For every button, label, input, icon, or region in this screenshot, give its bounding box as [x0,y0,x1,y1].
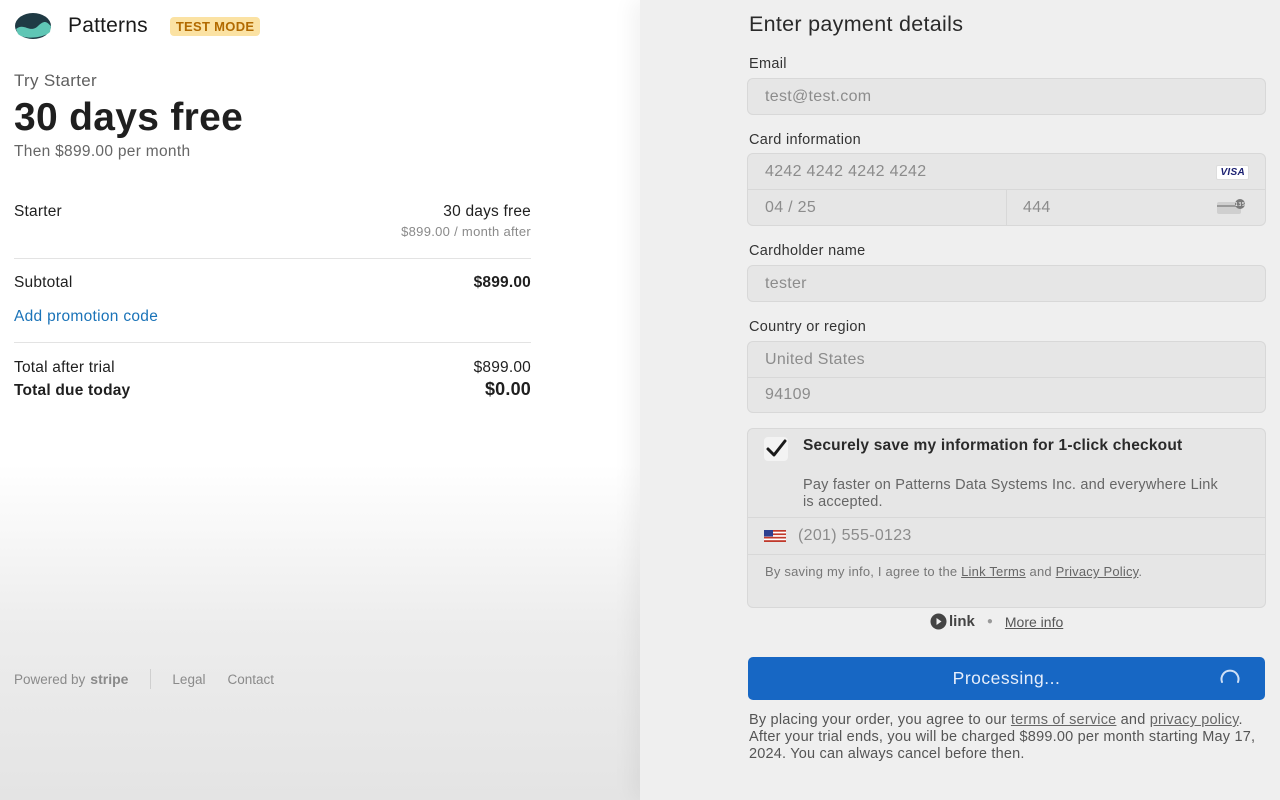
plan-then-text: Then $899.00 per month [14,143,191,160]
loading-spinner-icon [1220,669,1240,683]
terms-period: . [1238,712,1243,728]
agreement-and: and [1025,564,1056,579]
order-terms-text: By placing your order, you agree to our … [749,712,1264,763]
card-expiry-field[interactable]: 04 / 25 [765,199,816,217]
agreement-period: . [1138,564,1143,579]
card-cvc-field[interactable]: 444 [1023,199,1051,217]
email-field[interactable]: test@test.com [748,79,1265,114]
brand-header: Patterns TEST MODE [14,12,261,40]
country-select[interactable]: United States [748,342,1265,377]
link-agreement-text: By saving my info, I agree to the Link T… [765,564,1245,580]
total-due-today-label: Total due today [14,382,131,399]
total-after-trial-label: Total after trial [14,359,115,376]
card-number-field[interactable]: 4242 4242 4242 4242 VISA [748,154,1265,189]
line-item-row: Starter 30 days free [14,203,531,221]
total-due-today-row: Total due today $0.00 [14,379,531,400]
phone-value: (201) 555-0123 [798,527,912,544]
card-number-value: 4242 4242 4242 4242 [765,162,927,180]
legal-link[interactable]: Legal [172,672,205,687]
us-flag-icon [764,530,786,542]
payment-form-panel: Enter payment details Email test@test.co… [640,0,1280,800]
line-item-subtext: $899.00 / month after [401,224,531,239]
stripe-logo[interactable]: stripe [90,671,128,687]
subscribe-button-label: Processing... [952,668,1061,688]
save-info-description: Pay faster on Patterns Data Systems Inc.… [803,477,1218,510]
total-due-today-value: $0.00 [484,379,531,399]
terms-prefix: By placing your order, you agree to our [749,712,1011,728]
total-after-trial-value: $899.00 [473,359,531,376]
divider [14,342,531,343]
contact-link[interactable]: Contact [227,672,274,687]
privacy-policy-link[interactable]: Privacy Policy [1056,564,1139,579]
card-second-row: 04 / 25 444 135 [748,190,1265,225]
svg-text:135: 135 [1235,202,1245,208]
line-item-sub-row: $899.00 / month after [14,224,531,239]
more-info-link[interactable]: More info [1005,614,1063,630]
save-info-title: Securely save my information for 1-click… [803,437,1183,454]
powered-by-label: Powered by [14,671,86,687]
link-info-row: link ● More info [930,613,1063,630]
brand-name: Patterns [68,14,148,37]
plan-headline: 30 days free [14,96,244,139]
test-mode-badge: TEST MODE [169,16,261,36]
trial-note: After your trial ends, you will be charg… [749,729,1256,762]
total-after-trial-row: Total after trial $899.00 [14,359,531,377]
line-item-value: 30 days free [443,203,531,220]
subtotal-row: Subtotal $899.00 [14,274,531,292]
line-item-name: Starter [14,203,62,220]
checkmark-icon [766,439,787,457]
cardholder-label: Cardholder name [749,243,866,259]
order-privacy-policy-link[interactable]: privacy policy [1150,712,1239,728]
email-field-box: test@test.com [747,78,1266,115]
footer-separator [150,669,152,689]
cardholder-field-box: tester [747,265,1266,302]
subscribe-button[interactable]: Processing... [748,657,1265,700]
order-summary-panel: Patterns TEST MODE Try Starter 30 days f… [0,0,640,800]
country-label: Country or region [749,319,867,335]
add-promotion-code-link[interactable]: Add promotion code [14,308,158,326]
field-separator [1006,190,1007,225]
phone-field[interactable]: (201) 555-0123 [748,517,1265,555]
terms-of-service-link[interactable]: terms of service [1011,712,1117,728]
card-info-label: Card information [749,132,861,148]
link-terms-link[interactable]: Link Terms [961,564,1026,579]
subtotal-label: Subtotal [14,274,73,291]
agreement-prefix: By saving my info, I agree to the [765,564,962,579]
subtotal-value: $899.00 [473,274,531,291]
patterns-logo-icon [15,13,51,39]
zip-field[interactable]: 94109 [748,378,1265,412]
footer: Powered by stripe Legal Contact [14,669,296,689]
save-info-checkbox[interactable] [764,437,788,461]
address-box: United States 94109 [747,341,1266,413]
payment-form-title: Enter payment details [749,12,964,36]
link-logo: link [930,613,975,630]
terms-and: and [1116,712,1150,728]
email-label: Email [749,56,787,72]
card-info-box: 4242 4242 4242 4242 VISA 04 / 25 444 135 [747,153,1266,226]
plan-try-label: Try Starter [14,71,97,90]
link-play-icon [930,613,947,630]
visa-icon: VISA [1216,165,1249,180]
dot-separator: ● [986,616,993,627]
link-save-box: Securely save my information for 1-click… [747,428,1266,608]
link-brand-text: link [949,613,975,630]
divider [14,258,531,259]
cardholder-name-field[interactable]: tester [748,266,1265,301]
cvc-card-icon: 135 [1217,199,1245,214]
